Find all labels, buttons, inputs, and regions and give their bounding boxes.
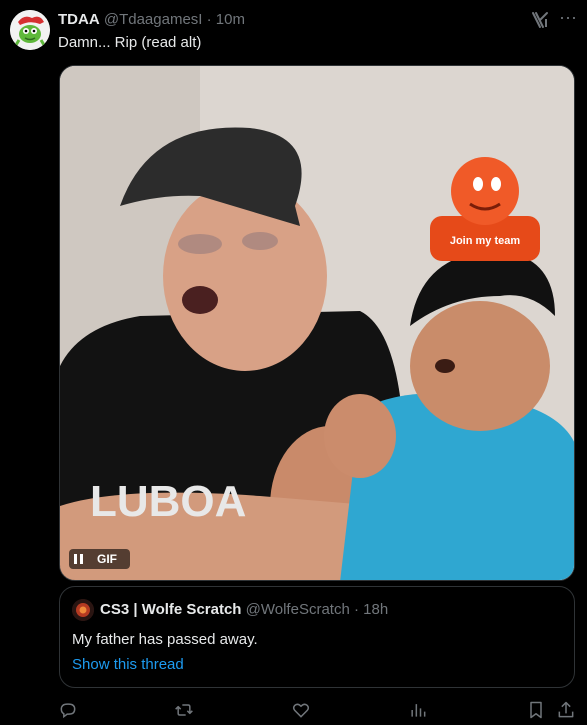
gif-media[interactable]: LUBOA Join my team bbox=[59, 65, 575, 581]
action-bar bbox=[0, 697, 587, 725]
quote-time[interactable]: 18h bbox=[363, 601, 388, 618]
share-icon[interactable] bbox=[556, 700, 576, 720]
more-icon[interactable]: ··· bbox=[556, 8, 580, 30]
tweet-time[interactable]: 10m bbox=[216, 11, 245, 28]
quote-avatar[interactable] bbox=[72, 599, 94, 621]
tweet[interactable]: TDAA @TdaagamesI · 10m ··· Damn... Rip (… bbox=[0, 0, 587, 725]
ar-card-text: Join my team bbox=[450, 235, 521, 247]
pause-icon[interactable] bbox=[69, 549, 87, 569]
gif-badge[interactable]: GIF bbox=[69, 549, 130, 569]
author-avatar[interactable] bbox=[10, 10, 50, 50]
separator: · bbox=[206, 11, 212, 28]
show-thread-link[interactable]: Show this thread bbox=[72, 655, 184, 675]
author-name[interactable]: TDAA bbox=[58, 11, 100, 28]
quote-author-name[interactable]: CS3 | Wolfe Scratch bbox=[100, 601, 241, 618]
grok-icon[interactable] bbox=[530, 10, 550, 30]
views-icon[interactable] bbox=[408, 700, 428, 720]
quote-author-handle[interactable]: @WolfeScratch bbox=[246, 601, 350, 618]
separator: · bbox=[353, 601, 359, 618]
reply-icon[interactable] bbox=[58, 700, 78, 720]
svg-text:LUBOA: LUBOA bbox=[90, 477, 246, 526]
like-icon[interactable] bbox=[291, 700, 311, 720]
quote-text: My father has passed away. bbox=[72, 631, 258, 648]
bookmark-icon[interactable] bbox=[526, 700, 546, 720]
author-handle[interactable]: @TdaagamesI bbox=[104, 11, 203, 28]
repost-icon[interactable] bbox=[174, 700, 194, 720]
gif-label: GIF bbox=[97, 552, 117, 566]
tweet-text: Damn... Rip (read alt) bbox=[58, 34, 202, 51]
tweet-header: TDAA @TdaagamesI · 10m bbox=[58, 10, 245, 30]
quote-header: CS3 | Wolfe Scratch @WolfeScratch · 18h bbox=[100, 600, 388, 620]
quoted-tweet[interactable]: CS3 | Wolfe Scratch @WolfeScratch · 18h … bbox=[59, 586, 575, 688]
